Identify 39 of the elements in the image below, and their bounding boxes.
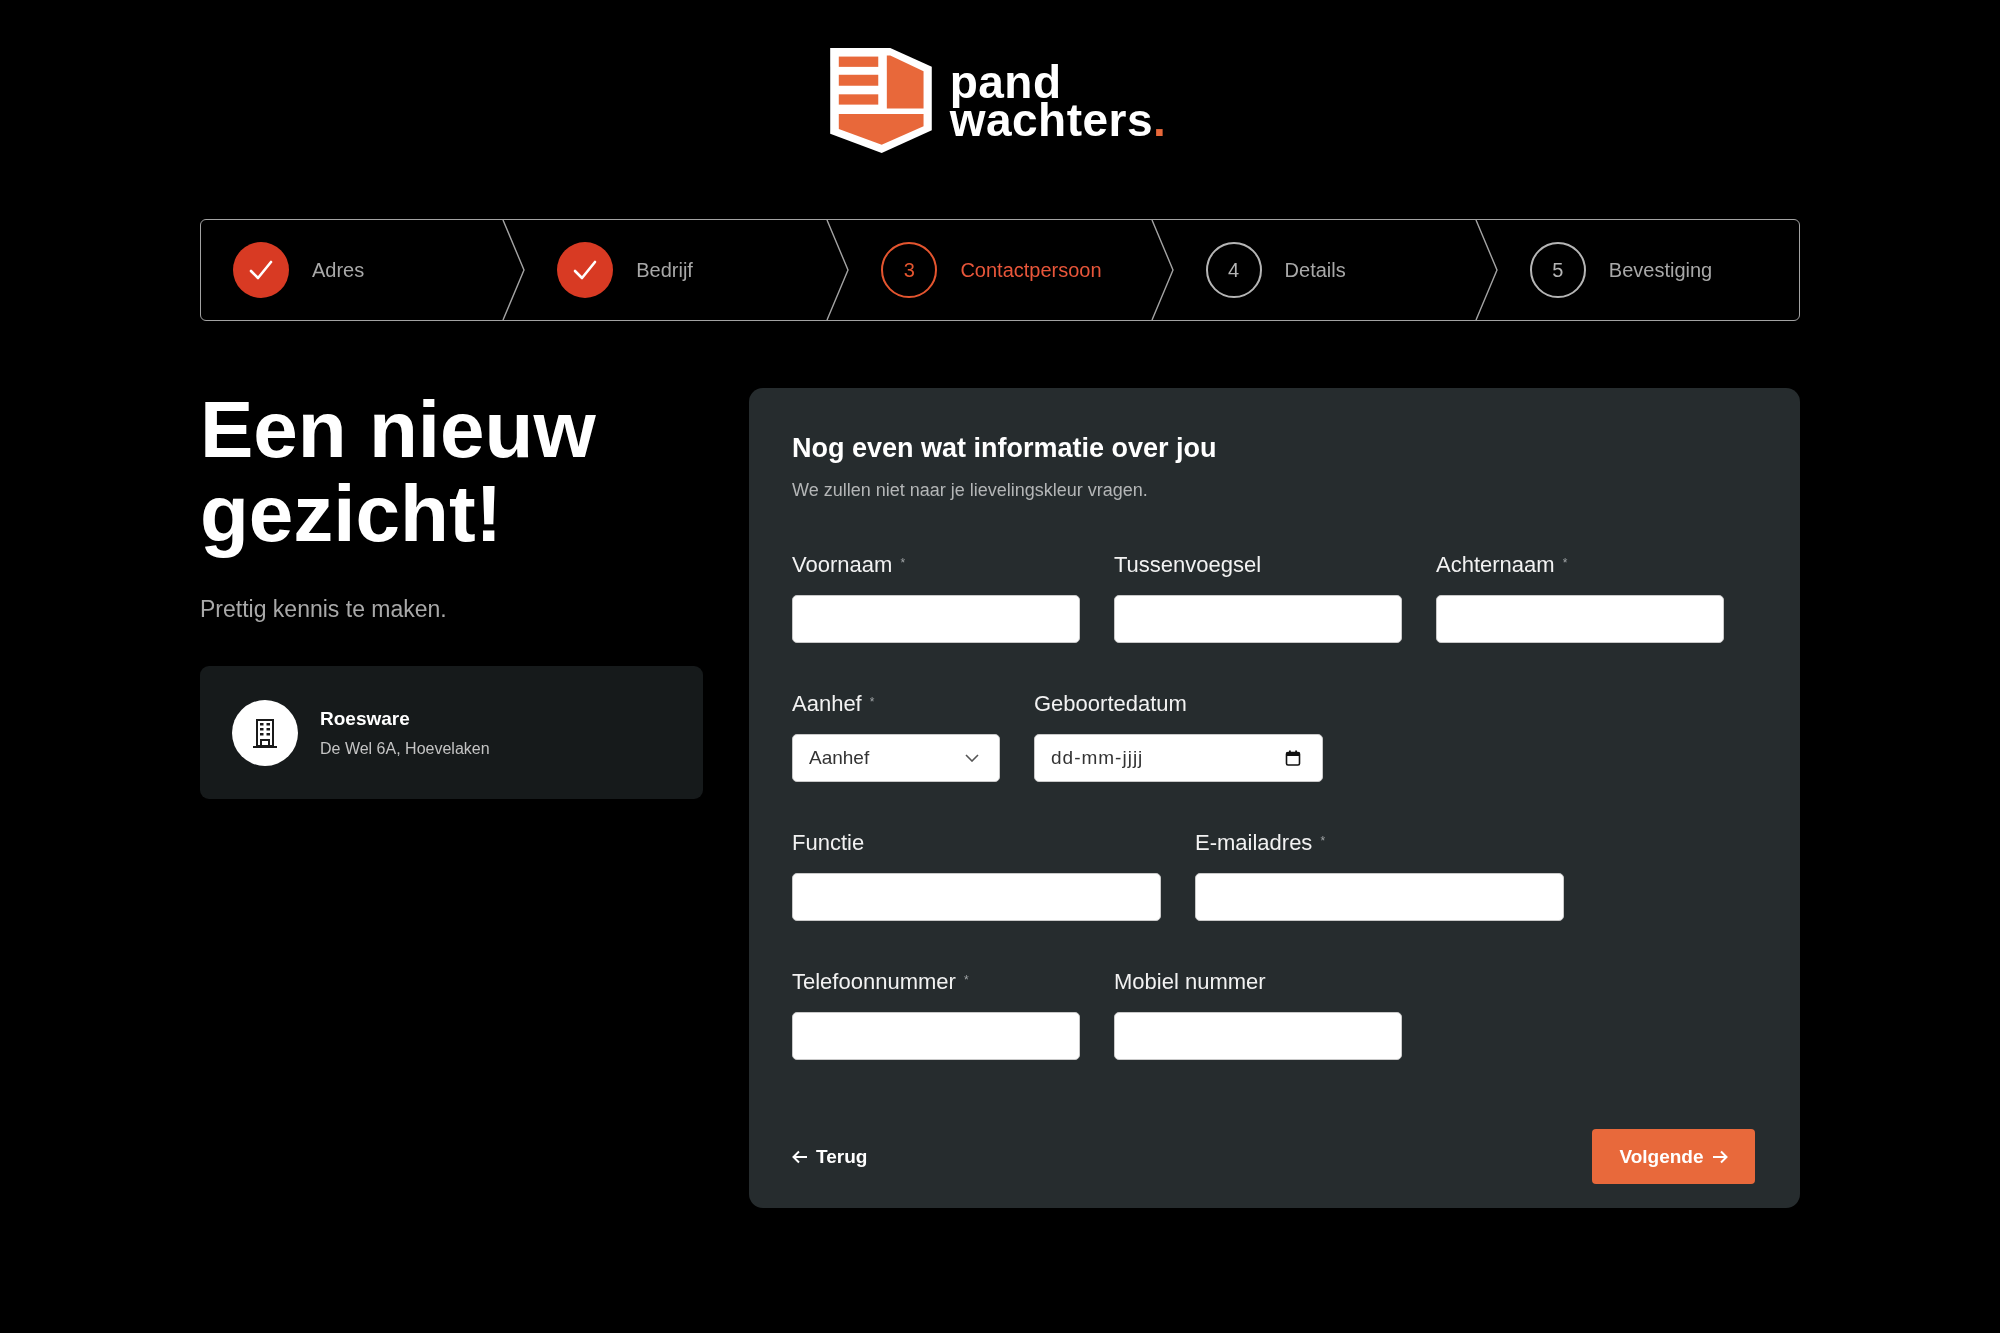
field-label: Geboortedatum bbox=[1034, 690, 1188, 718]
field-label: E-mailadres $^{*}$ bbox=[1195, 829, 1327, 857]
step-number: 5 bbox=[1529, 242, 1586, 298]
arrow-right-icon bbox=[1711, 1149, 1728, 1164]
arrow-left-icon bbox=[792, 1149, 808, 1164]
text-input[interactable] bbox=[1114, 1012, 1402, 1060]
text-input[interactable] bbox=[1114, 595, 1402, 643]
back-button[interactable]: Terug bbox=[792, 1145, 868, 1168]
logo-icon bbox=[829, 48, 932, 153]
field-label: Mobiel nummer bbox=[1114, 968, 1267, 996]
company-address: De Wel 6A, Hoevelaken bbox=[320, 739, 490, 758]
step-label: Bedrijf bbox=[636, 258, 693, 282]
text-input[interactable] bbox=[792, 873, 1161, 921]
page-heading: Een nieuw gezicht! bbox=[200, 388, 597, 556]
step-label: Bevestiging bbox=[1608, 258, 1713, 282]
building-icon bbox=[232, 699, 298, 766]
step-label: Contactpersoon bbox=[960, 258, 1102, 282]
page-subheading: Prettig kennis te maken. bbox=[200, 595, 448, 624]
text-input[interactable] bbox=[792, 595, 1080, 643]
text-input[interactable] bbox=[792, 1012, 1080, 1060]
form-title: Nog even wat informatie over jou bbox=[792, 432, 1218, 464]
step-label: Adres bbox=[312, 258, 365, 282]
step-number: 3 bbox=[881, 242, 938, 298]
calendar-icon[interactable] bbox=[1285, 750, 1301, 766]
step-number: 4 bbox=[1205, 242, 1262, 298]
field-label: Achternaam $^{*}$ bbox=[1436, 551, 1569, 579]
field-label: Aanhef $^{*}$ bbox=[792, 690, 876, 718]
company-name: Roesware bbox=[320, 707, 411, 730]
field-label: Functie bbox=[792, 829, 866, 857]
text-input[interactable] bbox=[1195, 873, 1564, 921]
text-input[interactable] bbox=[1436, 595, 1724, 643]
form-subtitle: We zullen niet naar je lievelingskleur vragen. bbox=[792, 479, 1149, 502]
date-field[interactable]: dd-mm-jjjj bbox=[1034, 734, 1323, 782]
field-label: Tussenvoegsel bbox=[1114, 551, 1263, 579]
field-label: Voornaam $^{*}$ bbox=[792, 551, 907, 579]
field-label: Telefoonnummer $^{*}$ bbox=[792, 968, 970, 996]
step-label: Details bbox=[1284, 258, 1346, 282]
select-field[interactable]: Aanhef bbox=[792, 734, 1000, 782]
chevron-down-icon bbox=[965, 754, 979, 762]
